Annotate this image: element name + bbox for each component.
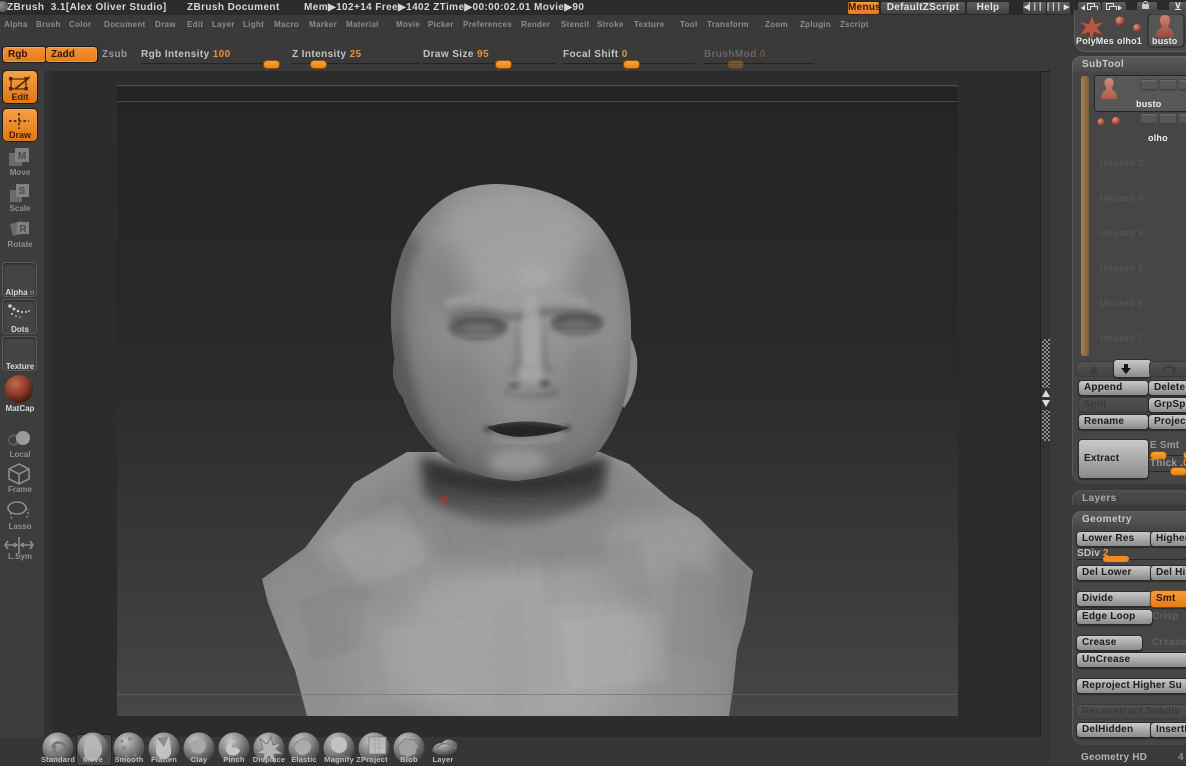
svg-text:⚙: ⚙ [9,436,16,445]
svg-text:R: R [19,224,27,235]
svg-text:S: S [19,186,26,197]
svg-text:M: M [18,151,26,162]
